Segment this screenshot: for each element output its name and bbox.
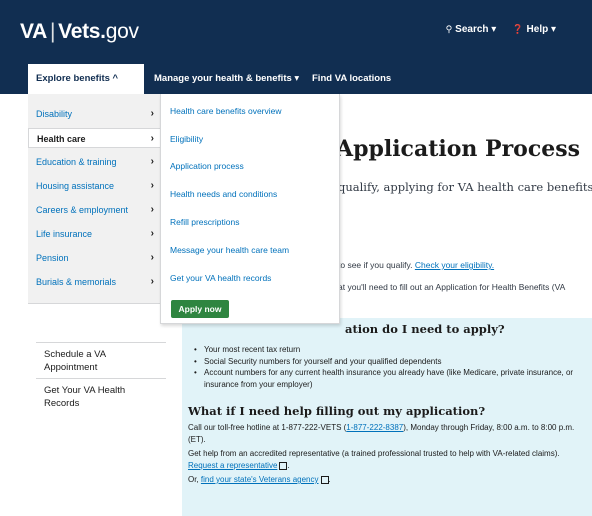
logo-gov: gov bbox=[105, 20, 139, 43]
chevron-right-icon: › bbox=[150, 180, 154, 191]
nav-find-locations[interactable]: Find VA locations bbox=[304, 64, 399, 94]
help-icon: ❓ bbox=[512, 24, 524, 34]
info-panel: Your most recent tax return Social Secur… bbox=[182, 318, 592, 516]
sidebar-item-records[interactable]: Get Your VA Health Records bbox=[44, 384, 134, 410]
external-link-icon bbox=[320, 475, 329, 484]
submenu-message-team[interactable]: Message your health care team bbox=[170, 245, 289, 255]
help-heading: What if I need help filling out my appli… bbox=[188, 404, 486, 418]
chevron-right-icon: › bbox=[150, 276, 154, 287]
submenu-health-records[interactable]: Get your VA health records bbox=[170, 273, 271, 283]
eligibility-text: to see if you qualify. bbox=[338, 260, 413, 270]
chevron-right-icon: › bbox=[150, 108, 154, 119]
page-title: Application Process bbox=[336, 136, 581, 162]
hotline-text: Call our toll-free hotline at 1-877-222-… bbox=[188, 423, 347, 432]
agency-prefix: Or, bbox=[188, 475, 199, 484]
chevron-right-icon: › bbox=[150, 133, 154, 144]
list-item: Account numbers for any current health i… bbox=[192, 367, 587, 390]
submenu-health-needs[interactable]: Health needs and conditions bbox=[170, 189, 277, 199]
sidebar-divider bbox=[36, 342, 166, 343]
chevron-right-icon: › bbox=[150, 252, 154, 263]
menu-item-label: Education & training bbox=[36, 157, 117, 167]
menu-item-burials[interactable]: Burials & memorials › bbox=[28, 272, 160, 292]
request-representative-link[interactable]: Request a representative bbox=[188, 461, 277, 470]
menu-item-label: Health care bbox=[37, 134, 86, 144]
header-links: ⚲ Search ▾ ❓ Help ▾ bbox=[446, 24, 556, 35]
submenu-eligibility[interactable]: Eligibility bbox=[170, 134, 203, 144]
menu-item-label: Pension bbox=[36, 253, 69, 263]
intro-text: qualify, applying for VA health care ben… bbox=[338, 180, 592, 194]
submenu-overview[interactable]: Health care benefits overview bbox=[170, 106, 282, 116]
representative-paragraph: Get help from an accredited representati… bbox=[188, 448, 586, 472]
list-item: Your most recent tax return bbox=[192, 344, 587, 356]
main-nav: Explore benefits ^ Manage your health & … bbox=[0, 64, 592, 94]
help-label: Help ▾ bbox=[526, 24, 556, 35]
end-dot: . bbox=[287, 461, 290, 470]
list-item: Social Security numbers for yourself and… bbox=[192, 356, 587, 368]
menu-item-life-insurance[interactable]: Life insurance › bbox=[28, 224, 160, 244]
menu-item-label: Life insurance bbox=[36, 229, 93, 239]
nav-manage-health[interactable]: Manage your health & benefits ▾ bbox=[146, 64, 307, 94]
search-label: Search ▾ bbox=[455, 24, 497, 35]
documents-heading: ation do I need to apply? bbox=[345, 322, 505, 336]
va-vets-logo[interactable]: VA | Vets.gov bbox=[20, 20, 139, 44]
help-button[interactable]: ❓ Help ▾ bbox=[512, 24, 556, 35]
agency-paragraph: Or, find your state's Veterans agency. bbox=[188, 474, 586, 486]
chevron-right-icon: › bbox=[150, 156, 154, 167]
menu-item-label: Housing assistance bbox=[36, 181, 115, 191]
menu-item-education[interactable]: Education & training › bbox=[28, 152, 160, 172]
menu-item-health-care[interactable]: Health care › bbox=[28, 128, 160, 148]
menu-item-disability[interactable]: Disability › bbox=[28, 104, 160, 124]
state-agency-link[interactable]: find your state's Veterans agency bbox=[201, 475, 319, 484]
submenu-application-process[interactable]: Application process bbox=[170, 161, 244, 171]
hotline-phone-link[interactable]: 1-877-222-8387 bbox=[346, 423, 403, 432]
menu-item-label: Disability bbox=[36, 109, 73, 119]
logo-va: VA bbox=[20, 20, 48, 43]
health-care-submenu: Health care benefits overview Eligibilit… bbox=[160, 94, 340, 324]
search-icon: ⚲ bbox=[445, 24, 453, 34]
menu-item-label: Burials & memorials bbox=[36, 277, 117, 287]
search-button[interactable]: ⚲ Search ▾ bbox=[446, 24, 497, 35]
chevron-right-icon: › bbox=[150, 204, 154, 215]
end-dot: . bbox=[328, 475, 331, 484]
logo-separator: | bbox=[50, 20, 56, 43]
submenu-refill-prescriptions[interactable]: Refill prescriptions bbox=[170, 217, 239, 227]
menu-item-label: Careers & employment bbox=[36, 205, 129, 215]
sidebar-divider bbox=[36, 378, 166, 379]
hotline-paragraph: Call our toll-free hotline at 1-877-222-… bbox=[188, 422, 586, 446]
representative-text: Get help from an accredited representati… bbox=[188, 449, 560, 458]
site-header: VA | Vets.gov ⚲ Search ▾ ❓ Help ▾ bbox=[0, 0, 592, 64]
check-eligibility-link[interactable]: Check your eligibility. bbox=[415, 260, 494, 270]
menu-item-careers[interactable]: Careers & employment › bbox=[28, 200, 160, 220]
chevron-right-icon: › bbox=[150, 228, 154, 239]
nav-explore-benefits[interactable]: Explore benefits ^ bbox=[28, 64, 144, 94]
form-need-text: at you'll need to fill out an Applicatio… bbox=[338, 282, 566, 292]
menu-item-housing[interactable]: Housing assistance › bbox=[28, 176, 160, 196]
benefits-category-menu: Disability › Health care › Education & tra… bbox=[28, 94, 160, 304]
menu-item-pension[interactable]: Pension › bbox=[28, 248, 160, 268]
apply-now-button[interactable]: Apply now bbox=[171, 300, 229, 318]
eligibility-line: to see if you qualify. Check your eligib… bbox=[338, 254, 494, 276]
logo-vets: Vets. bbox=[58, 20, 106, 43]
documents-list: Your most recent tax return Social Secur… bbox=[192, 344, 587, 390]
sidebar-item-schedule[interactable]: Schedule a VA Appointment bbox=[44, 348, 134, 374]
